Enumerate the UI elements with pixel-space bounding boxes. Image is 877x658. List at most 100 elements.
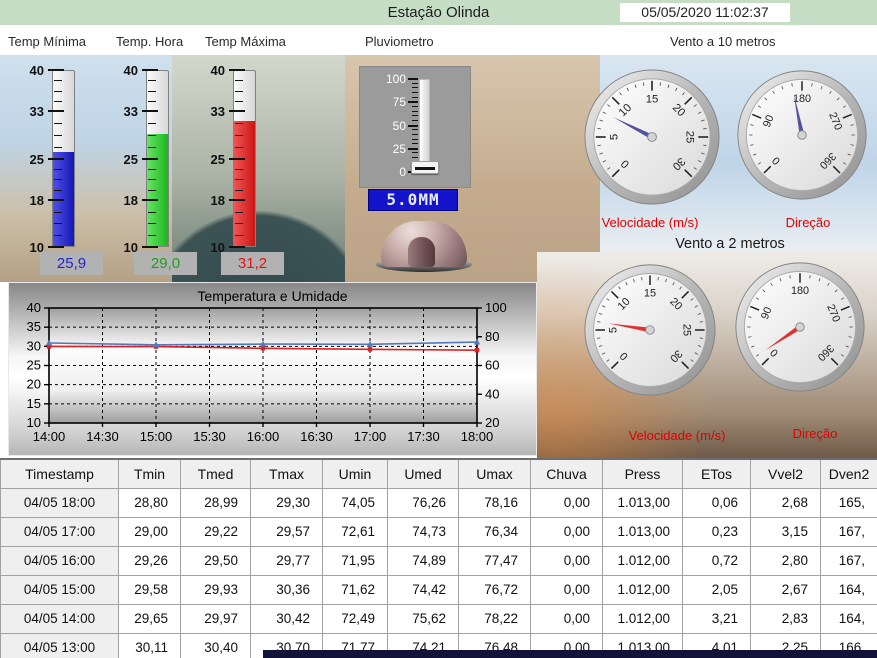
table-cell: 0,06 bbox=[683, 488, 751, 517]
caption-direction-10m: Direção bbox=[748, 215, 868, 230]
thermometer-tick-label: 25 bbox=[10, 152, 44, 167]
table-header-cell: Tmed bbox=[181, 459, 251, 488]
table-cell: 0,23 bbox=[683, 517, 751, 546]
thermometer-minor-tick bbox=[148, 235, 156, 236]
table-cell: 78,16 bbox=[459, 488, 531, 517]
svg-text:100: 100 bbox=[485, 300, 507, 315]
chart-plot-area: 101520253035402040608010014:0014:3015:00… bbox=[9, 283, 538, 457]
caption-speed-10m: Velocidade (m/s) bbox=[570, 215, 730, 230]
thermometer-tick-label: 40 bbox=[10, 63, 44, 78]
table-header-cell: Press bbox=[603, 459, 683, 488]
table-cell: 1.012,00 bbox=[603, 575, 683, 604]
svg-text:10: 10 bbox=[27, 415, 41, 430]
table-header-cell: Timestamp bbox=[1, 459, 119, 488]
table-row: 04/05 18:0028,8028,9929,3074,0576,2678,1… bbox=[1, 488, 877, 517]
thermometer-minor-tick bbox=[235, 123, 243, 124]
table-cell: 30,42 bbox=[251, 604, 323, 633]
table-header-cell: Chuva bbox=[531, 459, 603, 488]
thermometer-minor-tick bbox=[54, 135, 62, 136]
thermometer-minor-tick bbox=[54, 179, 62, 180]
thermometer-major-tick bbox=[229, 158, 245, 160]
hourly-data-table: TimestampTminTmedTmaxUminUmedUmaxChuvaPr… bbox=[0, 458, 877, 658]
svg-text:14:30: 14:30 bbox=[86, 429, 119, 444]
table-row: 04/05 14:0029,6529,9730,4272,4975,6278,2… bbox=[1, 604, 877, 633]
gauge-wind-speed-2m: 051015202530 bbox=[583, 263, 717, 397]
thermometer-minor-tick bbox=[148, 147, 156, 148]
datetime-display: 05/05/2020 11:02:37 bbox=[620, 3, 790, 22]
thermometer-minor-tick bbox=[235, 147, 243, 148]
dome-button-knob bbox=[408, 237, 435, 267]
thermometer-minor-tick bbox=[148, 123, 156, 124]
table-cell: 3,21 bbox=[683, 604, 751, 633]
svg-text:80: 80 bbox=[485, 329, 499, 344]
table-cell: 0,00 bbox=[531, 604, 603, 633]
thermometer-tick-label: 33 bbox=[10, 104, 44, 119]
rain-scale-tick bbox=[408, 101, 418, 103]
rain-scale-label: 25 bbox=[372, 142, 406, 156]
rain-scale-label: 75 bbox=[372, 95, 406, 109]
table-cell: 0,00 bbox=[531, 488, 603, 517]
thermometer-minor-tick bbox=[54, 169, 62, 170]
table-cell: 29,00 bbox=[119, 517, 181, 546]
table-cell: 28,99 bbox=[181, 488, 251, 517]
thermometer-minor-tick bbox=[54, 80, 62, 81]
rain-digital-display: 5.0MM bbox=[368, 189, 458, 211]
svg-text:35: 35 bbox=[27, 319, 41, 334]
thermometer-minor-tick bbox=[235, 169, 243, 170]
thermometer-minor-tick bbox=[148, 101, 156, 102]
rain-slider-track bbox=[419, 79, 430, 172]
table-cell: 29,58 bbox=[119, 575, 181, 604]
table-cell: 76,34 bbox=[459, 517, 531, 546]
table-cell: 0,72 bbox=[683, 546, 751, 575]
thermometer-major-tick bbox=[229, 110, 245, 112]
rain-value: 5.0 bbox=[386, 190, 418, 209]
label-temp-hora: Temp. Hora bbox=[116, 34, 183, 49]
bottom-window-edge bbox=[263, 650, 877, 658]
svg-text:17:00: 17:00 bbox=[354, 429, 387, 444]
thermometer-value: 25,9 bbox=[40, 252, 103, 275]
thermometer-minor-tick bbox=[54, 91, 62, 92]
label-temp-minima: Temp Mínima bbox=[8, 34, 86, 49]
caption-speed-2m: Velocidade (m/s) bbox=[597, 428, 757, 443]
svg-text:15: 15 bbox=[27, 396, 41, 411]
rain-scale-tick bbox=[412, 111, 418, 112]
table-cell: 2,83 bbox=[751, 604, 821, 633]
svg-text:15: 15 bbox=[646, 94, 659, 106]
thermometer-minor-tick bbox=[235, 179, 243, 180]
rain-slider-handle[interactable] bbox=[411, 161, 439, 174]
rain-gauge-panel: 1007550250 bbox=[359, 66, 471, 188]
rain-scale-tick bbox=[412, 139, 418, 140]
scada-weather-station-screen: Estação Olinda 05/05/2020 11:02:37 Temp … bbox=[0, 0, 877, 658]
table-cell: 74,89 bbox=[388, 546, 459, 575]
table-cell: 04/05 17:00 bbox=[1, 517, 119, 546]
rain-unit: MM bbox=[418, 190, 439, 209]
thermometer-major-tick bbox=[142, 110, 158, 112]
thermometer-minor-tick bbox=[148, 169, 156, 170]
table-cell: 29,22 bbox=[181, 517, 251, 546]
thermometer-minor-tick bbox=[235, 135, 243, 136]
table-header-row: TimestampTminTmedTmaxUminUmedUmaxChuvaPr… bbox=[1, 459, 877, 488]
svg-text:15: 15 bbox=[644, 288, 656, 300]
rain-scale-label: 100 bbox=[372, 72, 406, 86]
table-cell: 74,05 bbox=[323, 488, 388, 517]
section-label-row: Temp Mínima Temp. Hora Temp Máxima Pluvi… bbox=[0, 25, 877, 55]
table-cell: 77,47 bbox=[459, 546, 531, 575]
gauge-wind-direction-2m: 090180270360 bbox=[734, 261, 866, 393]
thermometer-value: 31,2 bbox=[221, 252, 284, 275]
table-cell: 29,50 bbox=[181, 546, 251, 575]
rain-scale-tick bbox=[412, 97, 418, 98]
table-cell: 29,93 bbox=[181, 575, 251, 604]
rain-scale-tick bbox=[412, 120, 418, 121]
thermometer-value: 29,0 bbox=[134, 252, 197, 275]
table-cell: 71,95 bbox=[323, 546, 388, 575]
thermometer-major-tick bbox=[229, 246, 245, 248]
thermometer-tick-label: 40 bbox=[104, 63, 138, 78]
rain-scale-tick bbox=[412, 92, 418, 93]
thermometer-tick-label: 25 bbox=[191, 152, 225, 167]
table-cell: 3,15 bbox=[751, 517, 821, 546]
label-pluviometro: Pluviometro bbox=[365, 34, 434, 49]
thermometer-minor-tick bbox=[148, 190, 156, 191]
table-cell: 29,30 bbox=[251, 488, 323, 517]
thermometer-minor-tick bbox=[235, 190, 243, 191]
svg-text:20: 20 bbox=[27, 377, 41, 392]
